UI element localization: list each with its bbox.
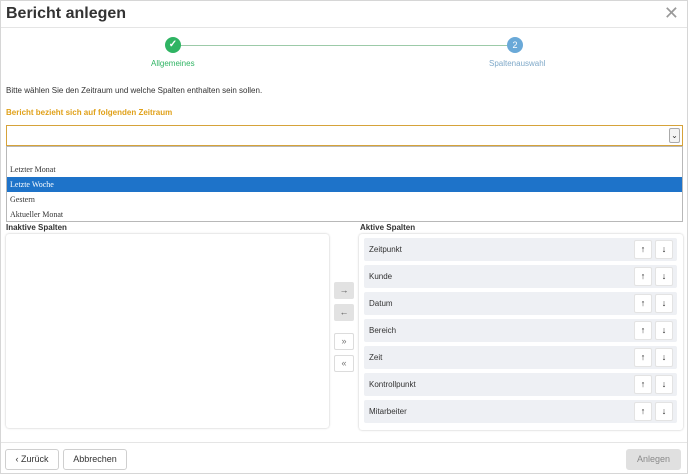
chevron-down-icon[interactable]: ⌄	[669, 128, 680, 143]
period-label: Bericht bezieht sich auf folgenden Zeitr…	[6, 108, 173, 117]
cancel-button[interactable]: Abbrechen	[63, 449, 127, 470]
instruction-text: Bitte wählen Sie den Zeitraum und welche…	[6, 86, 263, 95]
move-down-icon[interactable]: ↓	[655, 240, 673, 259]
inactive-columns-list[interactable]	[6, 234, 329, 428]
step-1-check-icon[interactable]: ✓	[165, 37, 181, 53]
move-down-icon[interactable]: ↓	[655, 375, 673, 394]
active-column-label: Kunde	[369, 272, 393, 281]
move-down-icon[interactable]: ↓	[655, 348, 673, 367]
inactive-columns-header: Inaktive Spalten	[6, 223, 67, 232]
dropdown-option-aktueller-monat[interactable]: Aktueller Monat	[7, 207, 682, 222]
move-down-icon[interactable]: ↓	[655, 294, 673, 313]
create-button[interactable]: Anlegen	[626, 449, 681, 470]
active-column-label: Bereich	[369, 326, 397, 335]
move-all-right-button[interactable]: »	[334, 333, 354, 350]
move-up-icon[interactable]: ↑	[634, 240, 652, 259]
active-column-label: Mitarbeiter	[369, 407, 407, 416]
close-icon[interactable]: ✕	[664, 4, 679, 22]
dropdown-option-empty[interactable]	[7, 147, 682, 162]
active-column-zeit[interactable]: Zeit ↑ ↓	[364, 346, 677, 369]
active-column-zeitpunkt[interactable]: Zeitpunkt ↑ ↓	[364, 238, 677, 261]
active-column-kontrollpunkt[interactable]: Kontrollpunkt ↑ ↓	[364, 373, 677, 396]
period-select[interactable]: ⌄	[6, 125, 683, 146]
active-column-label: Zeitpunkt	[369, 245, 402, 254]
move-down-icon[interactable]: ↓	[655, 267, 673, 286]
step-2-indicator: 2	[507, 37, 523, 53]
dropdown-option-letzter-monat[interactable]: Letzter Monat	[7, 162, 682, 177]
active-columns-header: Aktive Spalten	[360, 223, 416, 232]
dropdown-option-gestern[interactable]: Gestern	[7, 192, 682, 207]
dialog-title: Bericht anlegen	[6, 5, 127, 22]
move-up-icon[interactable]: ↑	[634, 375, 652, 394]
active-columns-list: Zeitpunkt ↑ ↓ Kunde ↑ ↓ Datum ↑ ↓ Bereic…	[359, 234, 683, 430]
move-up-icon[interactable]: ↑	[634, 348, 652, 367]
active-column-bereich[interactable]: Bereich ↑ ↓	[364, 319, 677, 342]
active-column-datum[interactable]: Datum ↑ ↓	[364, 292, 677, 315]
active-column-label: Datum	[369, 299, 393, 308]
step-2-label: Spaltenauswahl	[489, 59, 546, 68]
wizard-steps: ✓ Allgemeines 2 Spaltenauswahl	[1, 35, 687, 75]
move-all-left-button[interactable]: «	[334, 355, 354, 372]
move-right-button[interactable]: →	[334, 282, 354, 299]
active-column-label: Kontrollpunkt	[369, 380, 416, 389]
move-down-icon[interactable]: ↓	[655, 402, 673, 421]
move-up-icon[interactable]: ↑	[634, 321, 652, 340]
dialog-header: Bericht anlegen ✕	[1, 1, 687, 28]
dropdown-option-letzte-woche[interactable]: Letzte Woche	[7, 177, 682, 192]
active-column-label: Zeit	[369, 353, 383, 362]
active-column-kunde[interactable]: Kunde ↑ ↓	[364, 265, 677, 288]
move-up-icon[interactable]: ↑	[634, 402, 652, 421]
active-column-mitarbeiter[interactable]: Mitarbeiter ↑ ↓	[364, 400, 677, 423]
period-dropdown-list: Letzter Monat Letzte Woche Gestern Aktue…	[6, 146, 683, 222]
step-connector	[173, 45, 515, 46]
dialog-footer: ‹ Zurück Abbrechen Anlegen	[1, 442, 687, 473]
report-dialog: Bericht anlegen ✕ ✓ Allgemeines 2 Spalte…	[0, 0, 688, 474]
back-button[interactable]: ‹ Zurück	[5, 449, 59, 470]
step-1-label[interactable]: Allgemeines	[151, 59, 195, 68]
move-left-button[interactable]: ←	[334, 304, 354, 321]
move-up-icon[interactable]: ↑	[634, 294, 652, 313]
move-up-icon[interactable]: ↑	[634, 267, 652, 286]
move-down-icon[interactable]: ↓	[655, 321, 673, 340]
